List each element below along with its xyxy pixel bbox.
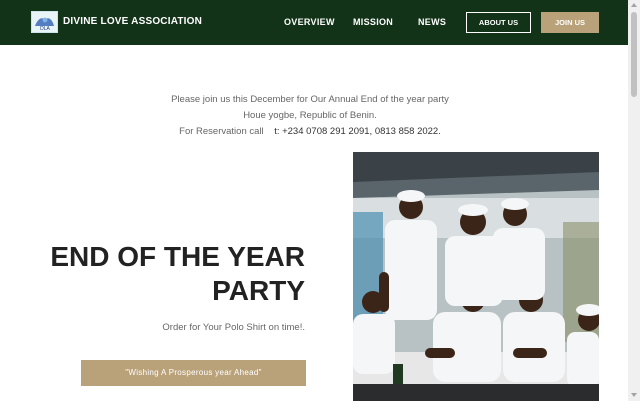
- about-us-button[interactable]: ABOUT US: [466, 12, 531, 33]
- intro-reservation: For Reservation call t: +234 0708 291 20…: [130, 124, 490, 140]
- nav-overview[interactable]: OVERVIEW: [284, 17, 335, 27]
- wish-button[interactable]: "Wishing A Prosperous year Ahead": [81, 360, 306, 386]
- hero-subtitle: Order for Your Polo Shirt on time!.: [162, 322, 305, 333]
- scroll-down-arrow-icon[interactable]: [631, 393, 637, 397]
- nav-news[interactable]: NEWS: [418, 17, 446, 27]
- party-group-photo: [353, 152, 599, 401]
- hero-title-line1: END OF THE YEAR: [50, 241, 305, 272]
- nav-mission[interactable]: MISSION: [353, 17, 393, 27]
- scroll-up-arrow-icon[interactable]: [631, 3, 637, 7]
- intro-location: Houe yogbe, Republic of Benin.: [243, 110, 377, 121]
- intro-invite: Please join us this December for Our Ann…: [171, 94, 449, 105]
- reservation-phone[interactable]: t: +234 0708 291 2091, 0813 858 2022.: [274, 126, 441, 137]
- scrollbar-thumb[interactable]: [631, 12, 637, 97]
- event-intro: Please join us this December for Our Ann…: [130, 92, 490, 140]
- join-us-button[interactable]: JOIN US: [541, 12, 599, 33]
- reservation-label: For Reservation call: [179, 126, 264, 137]
- svg-text:DLA: DLA: [40, 26, 50, 32]
- hero-title-line2: PARTY: [212, 275, 305, 306]
- hero-title: END OF THE YEAR PARTY: [20, 240, 305, 308]
- logo[interactable]: DLA: [31, 11, 58, 33]
- brand-name[interactable]: DIVINE LOVE ASSOCIATION: [63, 16, 202, 27]
